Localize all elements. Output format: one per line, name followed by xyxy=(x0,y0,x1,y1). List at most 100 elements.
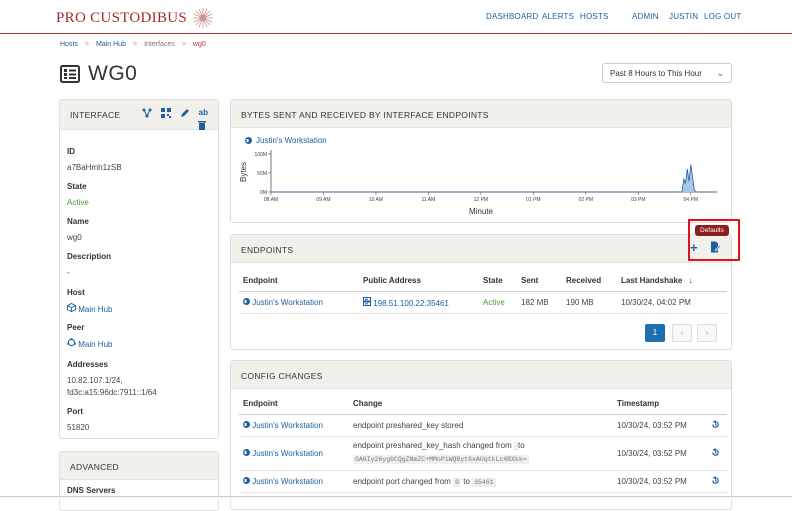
field-value: wg0 xyxy=(67,233,82,242)
host-link-label[interactable]: Main Hub xyxy=(78,305,112,314)
host-link[interactable]: Main Hub xyxy=(67,302,112,316)
endpoints-pager: 1 ‹ › xyxy=(645,324,717,342)
table-row[interactable]: Justin's Workstation 198.51.100.22:35461… xyxy=(239,291,727,314)
to-value-code: 35461 xyxy=(472,477,496,487)
endpoint-cell[interactable]: Justin's Workstation xyxy=(239,470,349,493)
col-endpoint[interactable]: Endpoint xyxy=(239,271,359,292)
change-cell: endpoint preshared_key_hash changed from… xyxy=(349,436,613,471)
col-endpoint[interactable]: Endpoint xyxy=(239,394,349,415)
endpoints-panel: ENDPOINTS Endpoint Public Address State … xyxy=(230,234,732,350)
series-area xyxy=(271,164,717,192)
topology-icon[interactable] xyxy=(142,108,152,120)
breadcrumb-main-hub[interactable]: Main Hub xyxy=(96,41,126,48)
col-sent[interactable]: Sent xyxy=(517,271,562,292)
nav-admin[interactable]: ADMIN xyxy=(632,12,659,21)
table-header-row: Endpoint Public Address State Sent Recei… xyxy=(239,271,727,292)
breadcrumb: Hosts > Main Hub > Interfaces > wg0 xyxy=(60,41,206,48)
change-cell: endpoint port changed from 0 to 35461 xyxy=(349,470,613,493)
table-row[interactable]: Justin's Workstation endpoint preshared_… xyxy=(239,436,727,471)
timestamp-cell: 10/30/24, 03:52 PM xyxy=(613,436,707,471)
field-label: Peer xyxy=(67,323,85,332)
field-label: Addresses xyxy=(67,360,108,369)
address-ipv6: fd3c:a15:96dc:7911::1/64 xyxy=(67,388,157,397)
peer-link-label[interactable]: Main Hub xyxy=(78,340,112,349)
nav-alerts[interactable]: ALERTS xyxy=(542,12,574,21)
change-cell: endpoint preshared_key stored xyxy=(349,414,613,437)
field-value: 10.82.107.1/24, fd3c:a15:96dc:7911::1/64 xyxy=(67,375,157,399)
revert-icon[interactable] xyxy=(707,470,727,493)
advanced-panel: ADVANCED DNS Servers xyxy=(59,451,219,511)
col-change[interactable]: Change xyxy=(349,394,613,415)
x-tick-label: 09 AM xyxy=(316,197,330,203)
endpoint-link[interactable]: Justin's Workstation xyxy=(252,477,323,486)
config-table-wrap: Endpoint Change Timestamp Justin's Works… xyxy=(239,394,727,493)
y-tick-label: 50M xyxy=(257,171,267,177)
x-tick-label: 03 PM xyxy=(631,197,645,203)
next-page-button[interactable]: › xyxy=(697,324,717,342)
table-row[interactable]: Justin's Workstation endpoint port chang… xyxy=(239,470,727,493)
state-cell: Active xyxy=(479,291,517,314)
col-last-handshake[interactable]: Last Handshake ↓ xyxy=(617,271,727,292)
bytes-chart-panel: BYTES SENT AND RECEIVED BY INTERFACE END… xyxy=(230,99,732,223)
advanced-panel-header: ADVANCED xyxy=(60,452,218,480)
endpoint-cell[interactable]: Justin's Workstation xyxy=(239,291,359,314)
breadcrumb-separator: > xyxy=(181,41,186,48)
brand-logo-icon xyxy=(193,8,214,28)
chevron-down-icon: ⌄ xyxy=(716,68,724,78)
col-public-address[interactable]: Public Address xyxy=(359,271,479,292)
field-state: State Active xyxy=(67,182,89,209)
change-text: endpoint preshared_key_hash changed from xyxy=(353,441,512,450)
nav-logout[interactable]: LOG OUT xyxy=(704,12,741,21)
address-cell[interactable]: 198.51.100.22:35461 xyxy=(359,291,479,314)
change-to-text: to xyxy=(463,476,470,486)
delete-icon[interactable] xyxy=(198,120,206,132)
field-peer: Peer Main Hub xyxy=(67,323,112,351)
nav-hosts[interactable]: HOSTS xyxy=(580,12,609,21)
field-value: - xyxy=(67,268,70,277)
page-1-button[interactable]: 1 xyxy=(645,324,665,342)
change-text: endpoint port changed from xyxy=(353,476,451,486)
page-header: WG0 xyxy=(60,62,137,86)
interface-icon xyxy=(60,65,80,83)
breadcrumb-hosts[interactable]: Hosts xyxy=(60,41,78,48)
interface-panel: INTERFACE ab ID a7BaHmh1zSB State Active… xyxy=(59,99,219,439)
qr-code-icon[interactable] xyxy=(160,108,171,120)
endpoint-link[interactable]: Justin's Workstation xyxy=(252,298,323,307)
endpoint-cell[interactable]: Justin's Workstation xyxy=(239,436,349,471)
top-navbar: PRO CUSTODIBUS DASHBOARD ALERTS HOSTS AD… xyxy=(0,0,792,34)
hash-value-code: GA6Iy26ygbCQgZNmZC+MMoP1WQByt6xAUqtkLc4B… xyxy=(353,455,529,464)
nav-user[interactable]: JUSTIN xyxy=(669,12,698,21)
rename-icon[interactable]: ab xyxy=(199,108,208,120)
revert-icon[interactable] xyxy=(707,414,727,437)
timestamp-cell: 10/30/24, 03:52 PM xyxy=(613,414,707,437)
page-title: WG0 xyxy=(88,62,138,85)
col-timestamp[interactable]: Timestamp xyxy=(613,394,707,415)
y-tick-label: 0M xyxy=(260,190,267,196)
time-range-select[interactable]: Past 8 Hours to This Hour ⌄ xyxy=(602,63,732,83)
peer-link[interactable]: Main Hub xyxy=(67,338,112,351)
prev-page-button[interactable]: ‹ xyxy=(672,324,692,342)
breadcrumb-interfaces: Interfaces xyxy=(144,41,175,48)
brand-name[interactable]: PRO CUSTODIBUS xyxy=(56,10,187,27)
edit-icon[interactable] xyxy=(180,108,190,120)
endpoint-link[interactable]: Justin's Workstation xyxy=(252,421,323,430)
x-tick-label: 04 PM xyxy=(684,197,698,203)
col-received[interactable]: Received xyxy=(562,271,617,292)
col-state[interactable]: State xyxy=(479,271,517,292)
config-changes-table: Endpoint Change Timestamp Justin's Works… xyxy=(239,394,727,493)
endpoint-cell[interactable]: Justin's Workstation xyxy=(239,414,349,437)
revert-icon[interactable] xyxy=(707,436,727,471)
field-dns-servers: DNS Servers xyxy=(67,486,115,495)
field-label: Host xyxy=(67,288,85,297)
server-icon xyxy=(363,296,371,306)
address-link[interactable]: 198.51.100.22:35461 xyxy=(373,299,449,308)
endpoint-link[interactable]: Justin's Workstation xyxy=(252,449,323,458)
peer-icon xyxy=(67,338,76,347)
field-port: Port 51820 xyxy=(67,407,89,434)
field-host: Host Main Hub xyxy=(67,288,112,316)
interface-panel-title: INTERFACE xyxy=(70,110,121,120)
nav-dashboard[interactable]: DASHBOARD xyxy=(486,12,538,21)
brand[interactable]: PRO CUSTODIBUS xyxy=(56,7,214,29)
received-cell: 190 MB xyxy=(562,291,617,314)
table-row[interactable]: Justin's Workstation endpoint preshared_… xyxy=(239,414,727,437)
